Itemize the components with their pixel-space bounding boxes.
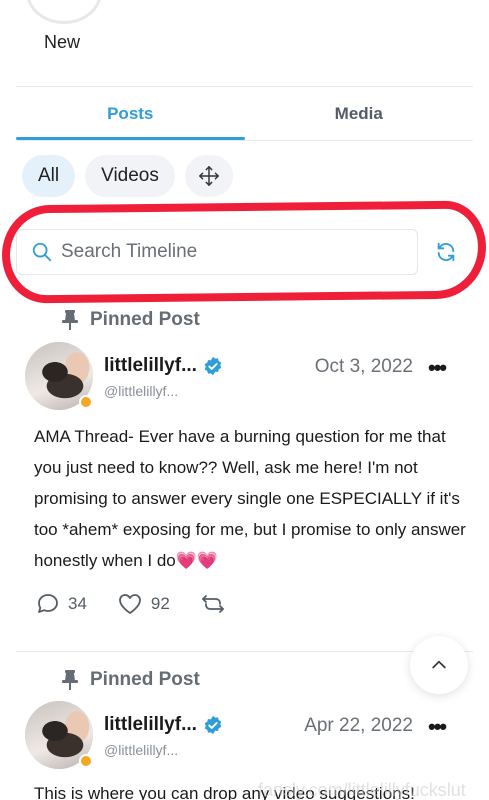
filter-move-chip[interactable] — [184, 155, 233, 197]
pinned-label-text: Pinned Post — [90, 309, 200, 330]
pinned-label-text: Pinned Post — [90, 669, 200, 690]
new-story-button[interactable] — [26, 0, 102, 24]
scroll-to-top-button[interactable] — [410, 636, 468, 694]
refresh-icon — [437, 242, 455, 262]
search-icon — [32, 242, 52, 262]
pin-icon — [62, 670, 78, 690]
tab-media[interactable]: Media — [245, 88, 474, 140]
verified-badge-icon — [204, 715, 222, 735]
repost-button[interactable] — [200, 593, 226, 615]
post-author[interactable]: littlelillyf... — [104, 714, 223, 736]
author-name: littlelillyf... — [104, 714, 197, 735]
like-button[interactable]: 92 — [117, 592, 170, 616]
filter-chips: All Videos — [22, 155, 233, 197]
author-name: littlelillyf... — [104, 355, 197, 376]
pinned-post-label: Pinned Post — [60, 309, 200, 331]
profile-tabs: Posts Media — [16, 88, 473, 140]
refresh-button[interactable] — [430, 236, 462, 268]
post-handle[interactable]: @littlelillyf... — [104, 742, 178, 758]
chevron-up-icon — [432, 660, 446, 669]
new-story-label: New — [44, 32, 81, 52]
move-arrows-icon — [198, 166, 219, 186]
divider — [16, 651, 473, 652]
filter-all-chip[interactable]: All — [22, 155, 76, 197]
online-status-dot — [79, 754, 93, 768]
post-date[interactable]: Apr 22, 2022 — [304, 715, 413, 737]
more-options-button[interactable]: ••• — [428, 355, 447, 381]
tab-posts[interactable]: Posts — [16, 88, 245, 140]
divider — [16, 86, 473, 87]
like-count: 92 — [150, 594, 170, 613]
filter-videos-chip[interactable]: Videos — [85, 155, 175, 197]
post-date[interactable]: Oct 3, 2022 — [315, 356, 413, 378]
heart-icon — [119, 594, 141, 614]
pinned-post-label: Pinned Post — [60, 669, 200, 691]
repost-icon — [201, 595, 224, 613]
more-options-button[interactable]: ••• — [428, 714, 447, 740]
search-input[interactable] — [61, 241, 391, 263]
comment-count: 34 — [68, 594, 87, 613]
verified-badge-icon — [204, 356, 222, 376]
comment-icon — [38, 594, 58, 613]
post-actions: 34 92 — [36, 592, 256, 616]
online-status-dot — [79, 395, 93, 409]
divider — [16, 140, 473, 141]
new-story-circle — [26, 0, 102, 24]
watermark: fansly.com/littlelillyfuckslut — [258, 780, 466, 800]
comment-button[interactable]: 34 — [36, 592, 87, 616]
search-box[interactable] — [16, 229, 418, 275]
pin-icon — [62, 310, 78, 330]
post-text: AMA Thread- Ever have a burning question… — [34, 427, 466, 570]
post-handle[interactable]: @littlelillyf... — [104, 383, 178, 399]
post-author[interactable]: littlelillyf... — [104, 355, 223, 377]
